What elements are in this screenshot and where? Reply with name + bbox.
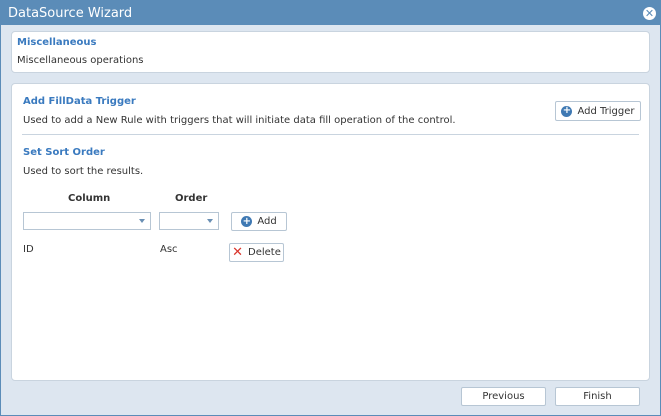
window-title: DataSource Wizard xyxy=(8,5,133,21)
page-description: Miscellaneous operations xyxy=(17,55,144,66)
column-header: Column xyxy=(68,193,111,204)
delete-label: Delete xyxy=(248,247,281,258)
delete-sort-button[interactable]: ✕ Delete xyxy=(229,243,284,262)
order-select[interactable] xyxy=(159,212,219,230)
finish-button[interactable]: Finish xyxy=(555,387,640,406)
datasource-wizard-dialog: DataSource Wizard ✕ Miscellaneous Miscel… xyxy=(0,0,661,416)
sort-row-column: ID xyxy=(23,244,34,255)
order-header: Order xyxy=(175,193,208,204)
add-trigger-button[interactable]: + Add Trigger xyxy=(555,101,641,121)
add-trigger-label: Add Trigger xyxy=(577,105,635,117)
add-sort-label: Add xyxy=(257,216,277,227)
filldata-section-description: Used to add a New Rule with triggers tha… xyxy=(23,115,456,126)
plus-circle-icon: + xyxy=(561,105,573,117)
main-panel: Add FillData Trigger Used to add a New R… xyxy=(11,83,650,381)
header-panel: Miscellaneous Miscellaneous operations xyxy=(11,31,650,73)
chevron-down-icon xyxy=(207,219,213,223)
page-title: Miscellaneous xyxy=(17,37,97,48)
section-divider xyxy=(22,134,639,135)
plus-circle-icon: + xyxy=(241,215,253,227)
sort-section-description: Used to sort the results. xyxy=(23,166,144,177)
column-select[interactable] xyxy=(23,212,151,230)
chevron-down-icon xyxy=(139,219,145,223)
sort-section-title: Set Sort Order xyxy=(23,147,105,158)
title-bar: DataSource Wizard ✕ xyxy=(1,1,660,25)
previous-button[interactable]: Previous xyxy=(461,387,546,406)
filldata-section-title: Add FillData Trigger xyxy=(23,96,136,107)
close-icon[interactable]: ✕ xyxy=(643,6,656,20)
sort-row-order: Asc xyxy=(160,244,178,255)
delete-x-icon: ✕ xyxy=(232,245,244,260)
add-sort-button[interactable]: + Add xyxy=(231,212,287,231)
